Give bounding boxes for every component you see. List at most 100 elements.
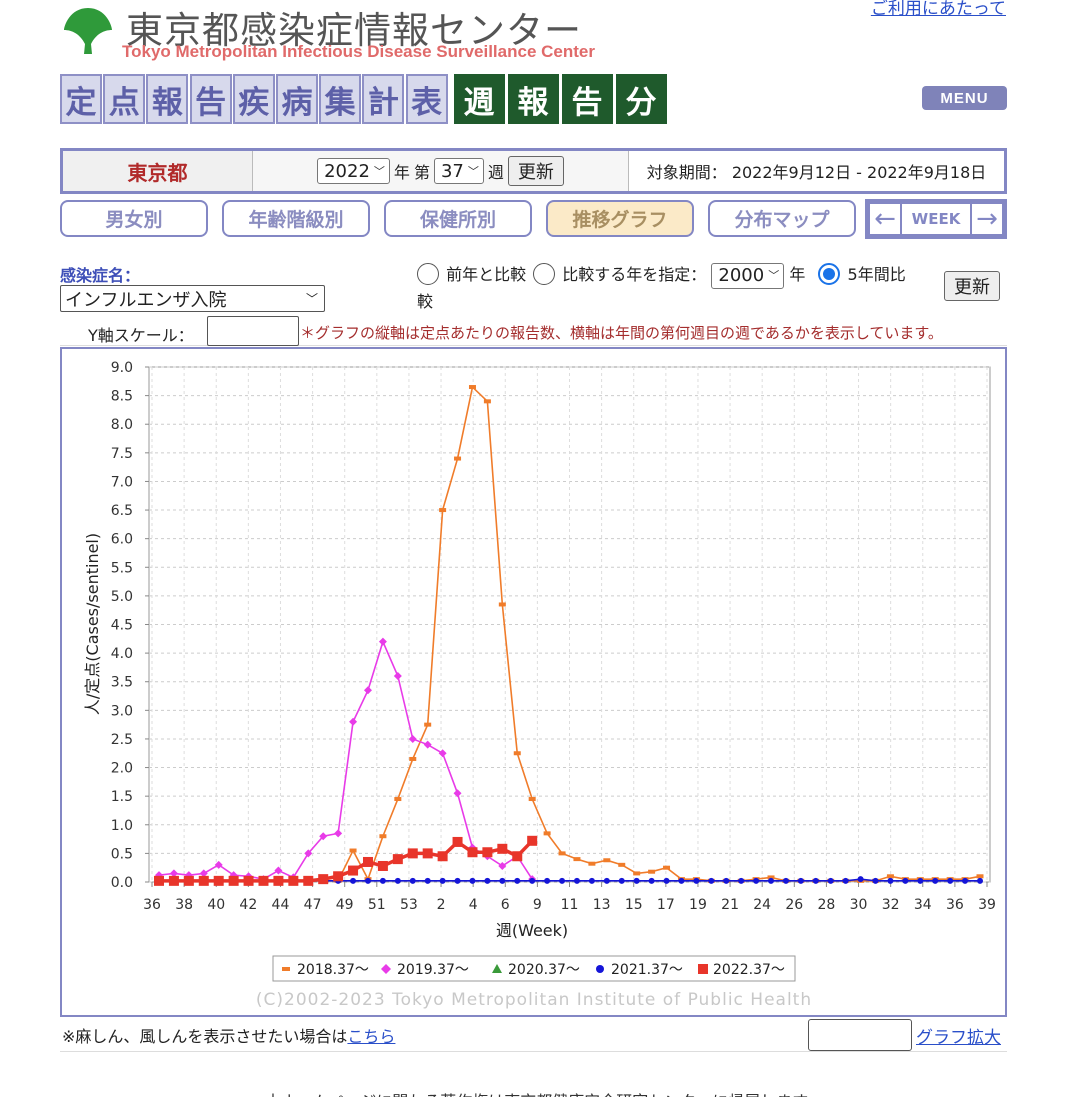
data-point [603, 877, 610, 884]
y-tick-label: 3.0 [111, 703, 133, 719]
chevron-down-icon: ﹀ [305, 292, 318, 306]
y-tick-label: 8.5 [111, 389, 133, 405]
compare-year-select[interactable]: 2000 ﹀ [711, 262, 785, 289]
data-point [544, 877, 551, 884]
data-point [364, 877, 371, 884]
x-tick-label: 4 [469, 897, 478, 913]
data-point [467, 847, 478, 858]
radio-five-year[interactable] [818, 263, 841, 285]
data-point [228, 875, 239, 886]
data-point [917, 877, 924, 884]
data-point [350, 877, 357, 884]
chevron-down-icon: ﹀ [373, 165, 385, 178]
data-point [618, 862, 626, 867]
tokyo-ginkgo-logo-icon [64, 8, 112, 54]
y-tick-label: 9.0 [111, 360, 133, 376]
x-tick-label: 13 [593, 897, 611, 913]
data-point [379, 834, 387, 839]
data-point [198, 875, 209, 886]
next-week-arrow-icon[interactable]: → [970, 202, 1004, 236]
x-tick-label: 2 [437, 897, 446, 913]
site-subtitle: Tokyo Metropolitan Infectious Disease Su… [122, 42, 595, 61]
disease-select[interactable]: インフルエンザ入院 ﹀ [60, 285, 325, 312]
data-point [497, 843, 508, 854]
y-axis-scale-row: Y軸スケール： ＊グラフの縦軸は定点あたりの報告数、横軸は年間の第何週目の週であ… [60, 316, 1007, 346]
legend-marker [596, 965, 604, 973]
data-point [648, 877, 655, 884]
x-tick-label: 49 [336, 897, 354, 913]
banner-char: 疾 [232, 74, 275, 124]
data-point [663, 865, 671, 870]
menu-button[interactable]: MENU [922, 86, 1007, 110]
tab-by-health-center[interactable]: 保健所別 [384, 200, 532, 237]
data-point [603, 858, 611, 863]
week-select[interactable]: 37 ﹀ [433, 158, 484, 184]
banner-char: 病 [275, 74, 318, 124]
tab-trend-graph[interactable]: 推移グラフ [546, 200, 694, 237]
x-tick-label: 40 [207, 897, 225, 913]
data-point [529, 877, 536, 884]
x-axis-title: 週(Week) [496, 921, 568, 940]
x-tick-label: 39 [978, 897, 996, 913]
chevron-down-icon: ﹀ [768, 268, 780, 282]
x-tick-label: 21 [721, 897, 739, 913]
disease-selected-value: インフルエンザ入院 [65, 289, 227, 311]
y-tick-label: 7.5 [111, 446, 133, 462]
data-point [753, 877, 760, 884]
usage-notes-link[interactable]: ご利用にあたって [871, 0, 1006, 19]
data-point [454, 456, 462, 461]
tab-distribution-map[interactable]: 分布マップ [708, 200, 856, 237]
tab-by-sex[interactable]: 男女別 [60, 200, 208, 237]
data-point [782, 877, 789, 884]
legend-label: 2018.37～ [297, 962, 369, 978]
data-point [693, 877, 700, 884]
measles-note: ※麻しん、風しんを表示させたい場合はこちら [62, 1027, 396, 1046]
graph-zoom-link[interactable]: グラフ拡大 [916, 1023, 1001, 1048]
data-point [379, 877, 386, 884]
data-point [439, 508, 447, 513]
update-button[interactable]: 更新 [507, 156, 564, 186]
graph-note: ＊グラフの縦軸は定点あたりの報告数、横軸は年間の第何週目の週であるかを表示してい… [300, 324, 943, 342]
weekly-report-banner: 定 点 報 告 疾 病 集 計 表 週 報 告 分 [60, 74, 670, 124]
week-navigation: ← WEEK → [865, 199, 1007, 239]
banner-char: 表 [405, 74, 448, 124]
prev-week-arrow-icon[interactable]: ← [868, 202, 902, 236]
data-point [527, 835, 538, 846]
data-point [407, 848, 418, 859]
banner-char: 週 [453, 74, 505, 124]
data-point [708, 877, 715, 884]
zoom-input[interactable] [808, 1019, 912, 1051]
data-point [392, 854, 403, 865]
data-point [977, 877, 983, 884]
footer-row: ※麻しん、風しんを表示させたい場合はこちら グラフ拡大 [60, 1017, 1007, 1052]
data-point [588, 861, 596, 866]
data-point [827, 877, 834, 884]
data-point [768, 877, 775, 884]
data-point [303, 875, 314, 886]
year-select[interactable]: 2022 ﹀ [317, 158, 390, 184]
data-point [947, 877, 954, 884]
radio-prev-year[interactable] [417, 263, 439, 285]
week-suffix: 週 [487, 163, 504, 182]
data-point [484, 877, 491, 884]
radio-specify-year[interactable] [533, 263, 556, 285]
x-tick-label: 17 [657, 897, 675, 913]
banner-char: 告 [189, 74, 232, 124]
data-point [409, 877, 416, 884]
data-point [498, 602, 506, 607]
data-point [154, 875, 164, 886]
data-point [482, 847, 493, 858]
data-point [468, 385, 476, 390]
y-axis-scale-input[interactable] [207, 316, 299, 346]
x-tick-label: 15 [625, 897, 643, 913]
data-point [543, 831, 551, 836]
compare-update-button[interactable]: 更新 [944, 271, 1000, 301]
measles-link[interactable]: こちら [347, 1027, 395, 1046]
x-tick-label: 26 [785, 897, 803, 913]
data-point [887, 877, 894, 884]
banner-char: 点 [103, 74, 146, 124]
tab-by-age[interactable]: 年齢階級別 [222, 200, 370, 237]
x-tick-label: 24 [753, 897, 771, 913]
y-axis-title: 人/定点(Cases/sentinel) [83, 533, 102, 715]
week-prefix: 第 [413, 163, 430, 182]
